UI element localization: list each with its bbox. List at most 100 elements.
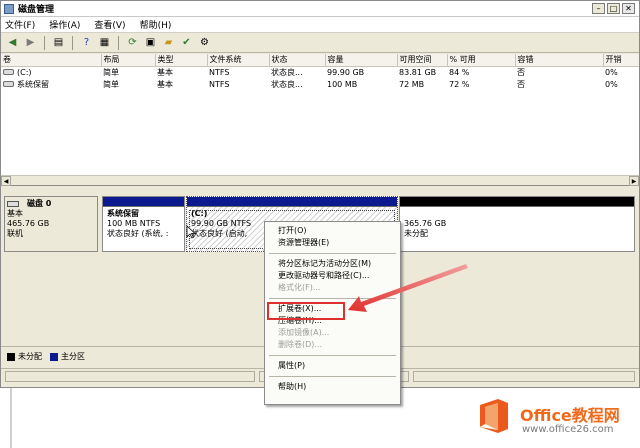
col-fault-tolerance[interactable]: 容错 (515, 54, 604, 67)
legend-item-unallocated: 未分配 (7, 351, 42, 362)
col-free-space[interactable]: 可用空间 (397, 54, 448, 67)
partition-status: 状态良好 (系统, : (107, 229, 169, 238)
rescan-icon[interactable]: ▣ (143, 36, 158, 50)
forward-arrow-icon[interactable]: ▶ (23, 36, 38, 50)
legend-label: 未分配 (18, 352, 42, 361)
console-tree-icon[interactable]: ▤ (51, 36, 66, 50)
watermark-title: Office教程网 (520, 406, 620, 425)
col-type[interactable]: 类型 (155, 54, 208, 67)
table-cell: 72 % (449, 79, 470, 89)
volume-table: 卷 布局 类型 文件系统 状态 容量 可用空间 % 可用 容错 开销 (C:) … (1, 54, 639, 90)
toolbar-separator (118, 35, 119, 50)
window-title: 磁盘管理 (18, 5, 55, 15)
primary-partition-stripe (187, 197, 397, 207)
menu-item-add-mirror: 添加镜像(A)... (278, 328, 330, 337)
menu-item-open[interactable]: 打开(O) (265, 225, 400, 237)
table-cell: 0% (605, 67, 618, 77)
col-capacity[interactable]: 容量 (325, 54, 398, 67)
table-row[interactable]: (C:) 简单 基本 NTFS 状态良... 99.90 GB 83.81 GB… (1, 66, 639, 78)
partition-size: 100 MB NTFS (107, 219, 161, 228)
table-cell: 简单 (103, 67, 119, 77)
menu-action[interactable]: 操作(A) (49, 18, 80, 31)
disk-size: 465.76 GB (7, 219, 50, 228)
col-status[interactable]: 状态 (269, 54, 326, 67)
primary-partition-stripe (103, 197, 184, 207)
table-cell: 简单 (103, 79, 119, 89)
table-cell: 基本 (157, 79, 173, 89)
legend-swatch (50, 352, 58, 361)
disk-management-icon (4, 3, 14, 14)
back-arrow-icon[interactable]: ◀ (5, 36, 20, 50)
table-row[interactable]: 系统保留 简单 基本 NTFS 状态良... 100 MB 72 MB 72 %… (1, 78, 639, 90)
watermark-url: www.office26.com (522, 424, 614, 435)
volume-cell: (C:) (1, 66, 101, 78)
menu-bar: 文件(F) 操作(A) 查看(V) 帮助(H) (1, 17, 639, 33)
window-controls: – □ ✕ (592, 3, 635, 14)
refresh-icon[interactable]: ⟳ (125, 36, 140, 50)
settings-icon[interactable]: ⚙ (197, 36, 212, 50)
office-logo-icon (480, 399, 508, 433)
disk-type: 基本 (7, 209, 23, 218)
disk-status: 联机 (7, 229, 23, 238)
volume-name: 系统保留 (17, 79, 49, 89)
menu-file[interactable]: 文件(F) (5, 18, 35, 31)
col-layout[interactable]: 布局 (101, 54, 156, 67)
help-icon[interactable]: ? (79, 36, 94, 50)
maximize-button[interactable]: □ (607, 3, 620, 14)
scroll-right-icon[interactable]: ▶ (629, 176, 639, 186)
col-volume[interactable]: 卷 (1, 54, 102, 67)
partition-title: 系统保留 (107, 209, 139, 218)
menu-item-explore[interactable]: 资源管理器(E) (265, 237, 400, 249)
title-bar: 磁盘管理 – □ ✕ (1, 1, 639, 17)
annotation-arrow-icon (348, 264, 468, 312)
col-filesystem[interactable]: 文件系统 (207, 54, 270, 67)
open-folder-icon[interactable]: ▰ (161, 36, 176, 50)
unallocated-label: 未分配 (404, 229, 428, 238)
table-cell: NTFS (209, 67, 230, 77)
table-cell: 否 (517, 67, 525, 77)
toolbar-separator (44, 35, 45, 50)
scroll-left-icon[interactable]: ◀ (1, 176, 11, 186)
disk-0-info[interactable]: 磁盘 0 基本 465.76 GB 联机 (4, 196, 98, 252)
legend-swatch (7, 352, 15, 361)
background-divider (10, 388, 12, 448)
table-cell: 否 (517, 79, 525, 89)
mouse-cursor-icon (186, 225, 196, 239)
volume-cell: 系统保留 (1, 78, 101, 90)
menu-separator (269, 376, 396, 377)
menu-separator (269, 253, 396, 254)
check-disk-icon[interactable]: ✔ (179, 36, 194, 50)
table-cell: NTFS (209, 79, 230, 89)
col-percent-free[interactable]: % 可用 (447, 54, 516, 67)
menu-item-help[interactable]: 帮助(H) (265, 381, 400, 393)
menu-separator (269, 355, 396, 356)
status-cell (5, 371, 255, 382)
drive-icon (3, 69, 14, 76)
volume-list: 卷 布局 类型 文件系统 状态 容量 可用空间 % 可用 容错 开销 (C:) … (1, 54, 639, 186)
menu-help[interactable]: 帮助(H) (140, 18, 172, 31)
disk-name: 磁盘 0 (27, 199, 52, 208)
toolbar-separator (72, 35, 73, 50)
status-cell (413, 371, 635, 382)
legend-label: 主分区 (61, 352, 85, 361)
table-cell: 83.81 GB (399, 67, 437, 77)
partition-unallocated[interactable]: 365.76 GB 未分配 (399, 196, 635, 252)
table-cell: 100 MB (327, 79, 358, 89)
menu-item-properties[interactable]: 属性(P) (265, 360, 400, 372)
table-cell: 状态良... (271, 67, 303, 77)
close-button[interactable]: ✕ (622, 3, 635, 14)
table-cell: 99.90 GB (327, 67, 365, 77)
partition-system-reserved[interactable]: 系统保留 100 MB NTFS 状态良好 (系统, : (102, 196, 185, 252)
extend-volume-highlight (267, 302, 345, 320)
legend-item-primary: 主分区 (50, 351, 85, 362)
col-overhead[interactable]: 开销 (603, 54, 639, 67)
table-cell: 基本 (157, 67, 173, 77)
horizontal-scrollbar[interactable]: ◀ ▶ (1, 175, 639, 186)
unallocated-stripe (400, 197, 634, 207)
minimize-button[interactable]: – (592, 3, 605, 14)
table-cell: 72 MB (399, 79, 425, 89)
properties-icon[interactable]: ▦ (97, 36, 112, 50)
menu-view[interactable]: 查看(V) (94, 18, 125, 31)
volume-table-header: 卷 布局 类型 文件系统 状态 容量 可用空间 % 可用 容错 开销 (1, 54, 639, 67)
table-cell: 0% (605, 79, 618, 89)
